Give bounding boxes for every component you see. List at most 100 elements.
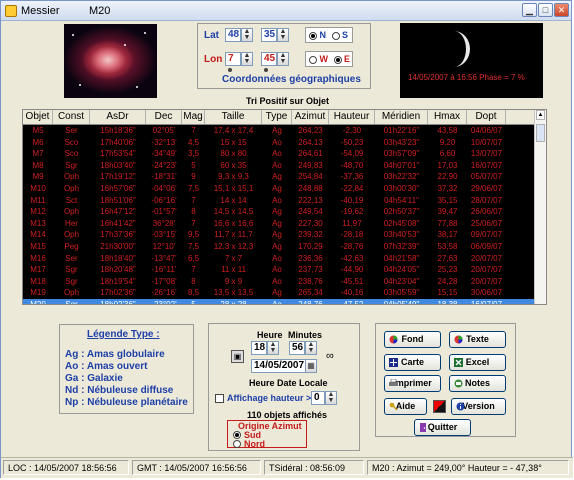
hour-spinner[interactable]: ▲ ▼: [267, 341, 279, 355]
scrollbar-thumb[interactable]: [536, 124, 545, 142]
moon-phase-text: 14/05/2007 à 16:56 Phase = 7 %: [408, 73, 525, 82]
object-title: M20: [89, 5, 111, 17]
excel-button[interactable]: Excel: [449, 354, 506, 371]
column-header[interactable]: Dopt: [467, 110, 506, 124]
table-row[interactable]: M6 Sco 17h40'06" -32°13' 4,5 15 x 15 Ao 264,13 -…: [23, 137, 536, 149]
coords-panel: Lat 48 ▲ ▼ 35 ▲ ▼ N S Lon 7 ▲ ▼ 45 ▲ ▼ W E C…: [197, 23, 371, 89]
table-row[interactable]: M14 Oph 17h37'36" -03°15' 9,5 11,7 x 11,7 Ag 23…: [23, 229, 536, 241]
door-icon: [420, 423, 426, 432]
notes-button[interactable]: Notes: [449, 375, 506, 392]
table-row[interactable]: M18 Sgr 18h19'54" -17°08' 8 9 x 9 Ao 238,76 -45,…: [23, 276, 536, 288]
table-row[interactable]: M20 Sgr 18h02'36" -23°02' 5 28 x 28 Ao 248,76 -4…: [23, 299, 536, 305]
minute-spinner[interactable]: ▲ ▼: [305, 341, 317, 355]
column-header[interactable]: Const: [53, 110, 90, 124]
table-cell: 9,5: [187, 230, 200, 240]
lon-deg-input[interactable]: 7: [225, 52, 241, 66]
minute-input[interactable]: 56: [289, 341, 305, 355]
table-cell: -42,63: [340, 253, 364, 263]
lon-min-input[interactable]: 45: [261, 52, 277, 66]
south-radio[interactable]: [331, 31, 340, 40]
table-cell: 04h05'49": [383, 300, 420, 305]
hour-input[interactable]: 18: [251, 341, 267, 355]
calendar-icon[interactable]: ▦: [305, 359, 317, 373]
table-cell: 170,29: [298, 242, 323, 251]
table-cell: 14,5 x 14,5: [213, 207, 254, 217]
sort-caption: Tri Positif sur Objet: [246, 96, 330, 106]
sud-radio[interactable]: [233, 431, 241, 439]
version-button[interactable]: Version: [451, 398, 506, 415]
date-input[interactable]: 14/05/2007: [251, 359, 307, 373]
quitter-button[interactable]: Quitter: [414, 419, 471, 436]
table-cell: Ao: [272, 195, 282, 205]
table-cell: Sgr: [65, 160, 78, 170]
lon-min-spinner[interactable]: ▲ ▼: [277, 52, 289, 66]
column-header[interactable]: Mag: [182, 110, 205, 124]
key-icon: [389, 402, 398, 411]
table-cell: -34°49': [151, 149, 177, 159]
north-radio[interactable]: [309, 31, 317, 40]
table-row[interactable]: M12 Oph 16h47'12" -01°57' 8 14,5 x 14,5 Ag 249,…: [23, 206, 536, 218]
table-cell: 25,23: [437, 265, 458, 275]
table-row[interactable]: M9 Oph 17h19'12" -18°31' 9 9,3 x 9,3 Ag 254,84 -…: [23, 171, 536, 183]
table-row[interactable]: M19 Oph 17h02'36" -26°16' 8,5 13,5 x 13,5 Ag 26…: [23, 287, 536, 299]
column-header[interactable]: Dec: [146, 110, 182, 124]
lon-deg-spinner[interactable]: ▲ ▼: [241, 52, 253, 66]
maximize-button[interactable]: □: [538, 3, 553, 17]
minimize-button[interactable]: ▁: [522, 3, 537, 17]
carte-button[interactable]: Carte: [384, 354, 441, 371]
column-header[interactable]: Méridien: [375, 110, 428, 124]
table-row[interactable]: M5 Ser 15h18'36" 02°05' 7 17,4 x 17,4 Ag 264,23…: [23, 125, 536, 137]
aide-label: Aide: [395, 401, 416, 411]
affichage-checkbox[interactable]: [215, 394, 224, 403]
heure-label: Heure: [257, 330, 283, 340]
lat-deg-input[interactable]: 48: [225, 28, 241, 42]
table-row[interactable]: M7 Sco 17h53'54" -34°49' 3,5 80 x 80 Ao 264,61 -…: [23, 148, 536, 160]
table-scrollbar[interactable]: ▲: [534, 110, 546, 304]
table-cell: -26°16': [151, 288, 177, 298]
close-button[interactable]: ✕: [554, 3, 569, 17]
column-header[interactable]: Azimut: [292, 110, 329, 124]
lat-min-input[interactable]: 35: [261, 28, 277, 42]
table-cell: -17°08': [151, 276, 177, 286]
coords-title: Coordonnées géographiques: [222, 74, 361, 85]
table-row[interactable]: M10 Oph 16h57'06" -04°06' 7,5 15,1 x 15,1 Ag 24…: [23, 183, 536, 195]
minutes-label: Minutes: [288, 330, 323, 340]
table-cell: -03°15': [151, 230, 177, 240]
affichage-spinner[interactable]: ▲ ▼: [325, 391, 337, 405]
column-header[interactable]: Type: [262, 110, 292, 124]
table-row[interactable]: M8 Sgr 18h03'40" -24°23' 5 60 x 35 Ao 249,83 -48…: [23, 160, 536, 172]
table-cell: M11: [30, 195, 46, 205]
east-radio[interactable]: [333, 55, 342, 64]
table-row[interactable]: M17 Sgr 18h20'48" -16°11' 7 11 x 11 Ao 237,73 -4…: [23, 264, 536, 276]
color-swatch[interactable]: [433, 400, 446, 413]
table-row[interactable]: M11 Sct 18h51'06" -06°16' 7 14 x 14 Ao 222,13 -4…: [23, 195, 536, 207]
table-cell: 254,84: [298, 172, 323, 182]
affichage-input[interactable]: 0: [311, 391, 325, 405]
lat-min-spinner[interactable]: ▲ ▼: [277, 28, 289, 42]
table-row[interactable]: M16 Ser 18h18'40" -13°47' 6,5 7 x 7 Ao 236,36 -4…: [23, 253, 536, 265]
column-header[interactable]: AsDr: [90, 110, 146, 124]
table-cell: M8: [32, 160, 44, 170]
fond-button[interactable]: Fond: [384, 331, 441, 348]
west-radio[interactable]: [309, 55, 317, 64]
table-cell: 264,61: [298, 149, 323, 159]
column-header[interactable]: Hauteur: [329, 110, 375, 124]
table-cell: -40,16: [340, 288, 364, 298]
texte-button[interactable]: Texte: [449, 331, 506, 348]
table-row[interactable]: M13 Her 16h41'42" 36°28' 7 16,6 x 16,6 Ag 227,3…: [23, 218, 536, 230]
object-image: [64, 24, 157, 98]
lat-deg-spinner[interactable]: ▲ ▼: [241, 28, 253, 42]
save-time-icon[interactable]: ▣: [231, 350, 244, 363]
imprimer-button[interactable]: Imprimer: [384, 375, 441, 392]
column-header[interactable]: Hmax: [428, 110, 467, 124]
table-cell: 248,88: [298, 184, 323, 193]
table-row[interactable]: M15 Peg 21h30'00" 12°10' 7,5 12,3 x 12,3 Ag 170…: [23, 241, 536, 253]
column-header[interactable]: Objet: [23, 110, 53, 124]
binoculars-icon[interactable]: ∞: [326, 350, 334, 362]
table-cell: 02h45'08": [383, 218, 420, 228]
column-header[interactable]: Taille: [205, 110, 262, 124]
aide-button[interactable]: Aide: [384, 398, 427, 415]
table-cell: 37,32: [437, 184, 458, 193]
table-cell: 17h53'54": [100, 149, 136, 159]
nord-radio[interactable]: [233, 440, 241, 448]
